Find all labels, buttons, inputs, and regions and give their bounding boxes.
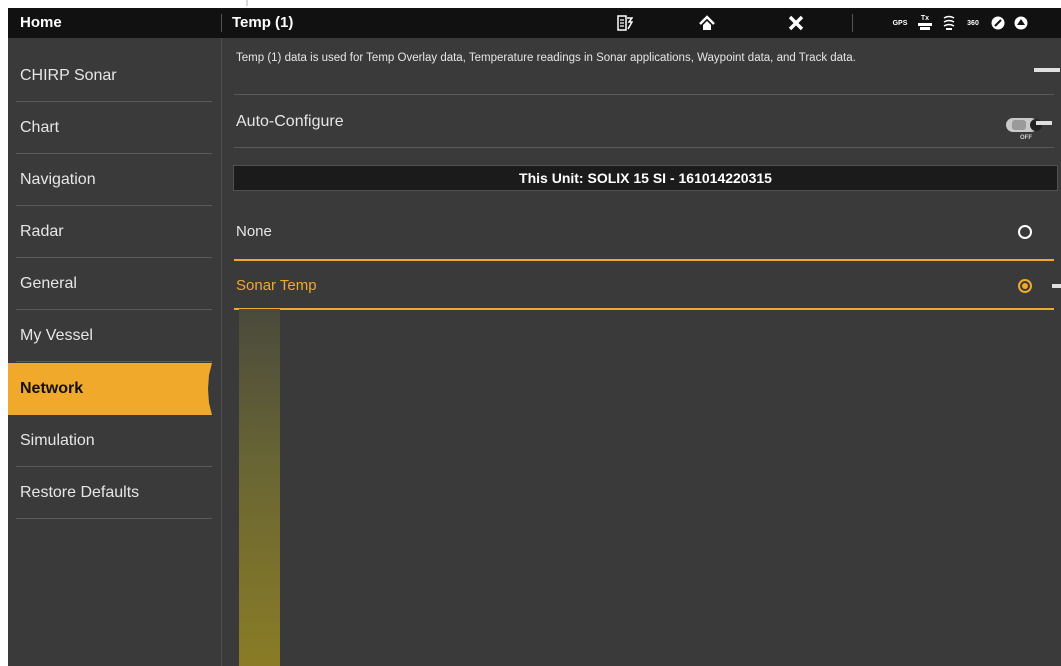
sidebar-item-label: Network xyxy=(20,380,84,397)
radio-checked-icon[interactable] xyxy=(1018,279,1032,293)
home-button[interactable] xyxy=(694,8,720,38)
autopilot-icon xyxy=(1014,16,1028,30)
auto-configure-state: OFF xyxy=(1020,135,1032,141)
highlight-column xyxy=(239,309,280,666)
auto-configure-toggle[interactable] xyxy=(1006,118,1042,132)
selection-marker xyxy=(1052,284,1061,288)
selection-bottom-line xyxy=(234,308,1054,310)
sidebar-item-chart[interactable]: Chart xyxy=(8,102,221,154)
sidebar-item-label: CHIRP Sonar xyxy=(20,67,117,84)
unit-header: This Unit: SOLIX 15 SI - 161014220315 xyxy=(233,165,1058,191)
sidebar-item-label: Navigation xyxy=(20,171,96,188)
sonar-icon xyxy=(943,15,955,30)
option-label: Sonar Temp xyxy=(236,277,317,294)
sidebar-item-label: Radar xyxy=(20,223,64,240)
sidebar-item-navigation[interactable]: Navigation xyxy=(8,154,221,206)
radar-icon xyxy=(991,16,1005,30)
radio-unchecked-icon[interactable] xyxy=(1018,225,1032,239)
divider xyxy=(234,147,1054,148)
menu-exit-button[interactable] xyxy=(613,8,637,38)
option-none[interactable]: None xyxy=(222,207,1061,257)
sidebar-divider xyxy=(16,518,212,519)
main-panel: Temp (1) data is used for Temp Overlay d… xyxy=(222,38,1061,666)
home-title[interactable]: Home xyxy=(20,8,62,38)
gps-status-label: GPS xyxy=(892,19,908,27)
toggle-grip-icon xyxy=(1012,120,1026,130)
app-window: Home Temp (1) GPS Tx 360 CHIRP Sonar Cha… xyxy=(8,8,1061,666)
radar-status-icon xyxy=(988,8,1008,38)
top-strip xyxy=(0,0,1061,8)
sidebar-item-radar[interactable]: Radar xyxy=(8,206,221,258)
sidebar: CHIRP Sonar Chart Navigation Radar Gener… xyxy=(8,38,221,666)
sidebar-item-label: Chart xyxy=(20,119,60,136)
title-separator-2 xyxy=(852,14,853,32)
sonar-status-icon xyxy=(938,8,960,38)
radio-dot xyxy=(1022,283,1028,289)
top-mark xyxy=(246,0,248,6)
title-bar: Home Temp (1) GPS Tx 360 xyxy=(8,8,1061,38)
sidebar-item-restore-defaults[interactable]: Restore Defaults xyxy=(8,467,221,519)
transmit-status-icon: Tx xyxy=(914,8,936,38)
sidebar-item-label: General xyxy=(20,275,77,292)
option-sonar-temp[interactable]: Sonar Temp xyxy=(222,261,1061,311)
sidebar-item-chirp-sonar[interactable]: CHIRP Sonar xyxy=(8,50,221,102)
sonar-360-label: 360 xyxy=(967,19,979,27)
sidebar-item-label: Simulation xyxy=(20,432,95,449)
sonar-360-status-icon: 360 xyxy=(962,8,984,38)
autopilot-status-icon xyxy=(1011,8,1031,38)
sidebar-item-my-vessel[interactable]: My Vessel xyxy=(8,310,221,362)
option-label: None xyxy=(236,223,272,240)
sidebar-item-general[interactable]: General xyxy=(8,258,221,310)
home-icon xyxy=(699,15,715,30)
sidebar-item-simulation[interactable]: Simulation xyxy=(8,415,221,467)
description-marker xyxy=(1034,68,1060,72)
boat-icon xyxy=(918,23,932,30)
title-separator xyxy=(221,14,222,32)
tx-status-label: Tx xyxy=(920,15,930,22)
auto-configure-label: Auto-Configure xyxy=(236,113,344,130)
page-title: Temp (1) xyxy=(232,14,294,31)
sidebar-item-label: My Vessel xyxy=(20,327,93,344)
menu-exit-icon xyxy=(617,15,633,31)
divider xyxy=(234,94,1054,95)
toggle-marker xyxy=(1036,121,1052,125)
close-button[interactable] xyxy=(783,8,809,38)
description-text: Temp (1) data is used for Temp Overlay d… xyxy=(236,52,856,64)
close-icon xyxy=(788,15,804,31)
sidebar-item-network[interactable]: Network xyxy=(8,363,212,415)
gps-status-icon: GPS xyxy=(888,8,912,38)
sidebar-item-label: Restore Defaults xyxy=(20,484,140,501)
sidebar-divider xyxy=(16,361,212,362)
